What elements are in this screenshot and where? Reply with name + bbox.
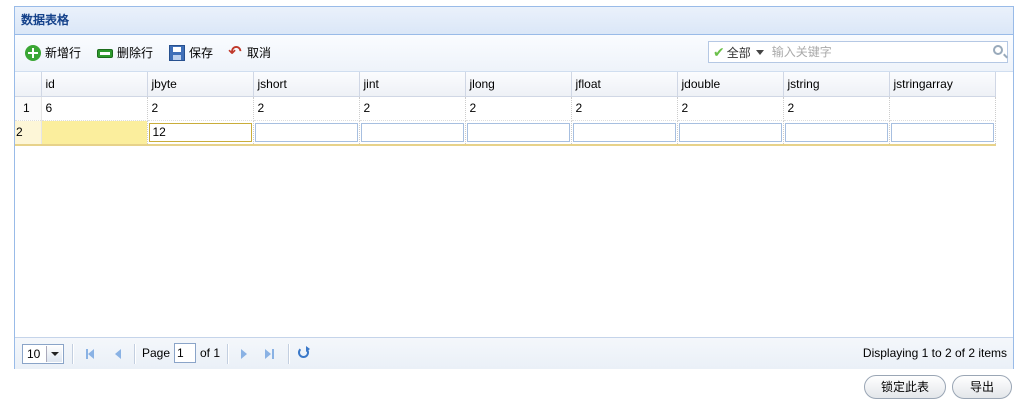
table-cell-jlong[interactable]: 2	[465, 96, 572, 121]
jlong-input[interactable]	[466, 122, 570, 142]
table-cell-jbyte[interactable]: 2	[147, 96, 254, 121]
table-header-row: id jbyte jshort jint jlong jfloat jdoubl…	[15, 72, 996, 97]
jbyte-input[interactable]	[148, 122, 252, 142]
delete-row-label: 删除行	[117, 46, 154, 60]
last-page-icon[interactable]	[263, 347, 277, 361]
add-row-button[interactable]: 新增行	[25, 44, 81, 62]
jshort-input[interactable]	[254, 122, 358, 142]
chevron-down-icon[interactable]	[755, 49, 764, 55]
pagination-info: Displaying 1 to 2 of 2 items	[862, 346, 1007, 360]
search-box: ✔ 全部	[708, 41, 1008, 63]
table-cell-jstring[interactable]: 2	[783, 96, 890, 121]
row-number: 2	[15, 120, 42, 146]
add-icon	[25, 45, 41, 61]
save-label: 保存	[189, 46, 214, 60]
edit-cell-jlong	[465, 120, 572, 146]
row-number: 1	[15, 96, 42, 121]
divider	[134, 344, 136, 364]
next-page-icon[interactable]	[237, 347, 251, 361]
cancel-label: 取消	[247, 46, 272, 60]
data-grid-panel: 数据表格 新增行 删除行 保存 ↶ 取消 ✔ 全部 输入关键字 id jbyte…	[14, 6, 1014, 369]
delete-row-button[interactable]: 删除行	[97, 44, 153, 62]
column-header-jlong[interactable]: jlong	[465, 72, 572, 97]
add-row-label: 新增行	[45, 46, 82, 60]
divider	[227, 344, 229, 364]
data-table: id jbyte jshort jint jlong jfloat jdoubl…	[15, 72, 1013, 146]
previous-page-icon[interactable]	[111, 347, 125, 361]
page-count-label: of 1	[200, 346, 221, 360]
edit-cell-jshort	[253, 120, 360, 146]
edit-cell-jfloat	[571, 120, 678, 146]
page-number-input[interactable]	[174, 343, 196, 363]
pagination-bar: 10 Page of 1 Displaying 1 to 2 of 2 item…	[15, 337, 1013, 369]
remove-icon	[97, 48, 113, 58]
divider	[288, 344, 290, 364]
table-cell-jint[interactable]: 2	[359, 96, 466, 121]
refresh-icon[interactable]	[298, 346, 310, 358]
page-size-value: 10	[27, 347, 41, 361]
jdouble-input[interactable]	[678, 122, 782, 142]
undo-arrow-icon: ↶	[228, 44, 242, 61]
column-header-jint[interactable]: jint	[359, 72, 466, 97]
column-header-jbyte[interactable]: jbyte	[147, 72, 254, 97]
table-cell-id	[41, 120, 148, 146]
save-button[interactable]: 保存	[169, 44, 213, 62]
jstringarray-input[interactable]	[890, 122, 994, 142]
edit-cell-jstring	[783, 120, 890, 146]
jfloat-input[interactable]	[572, 122, 676, 142]
cancel-button[interactable]: ↶ 取消	[227, 44, 271, 62]
jint-input[interactable]	[360, 122, 464, 142]
column-header-jdouble[interactable]: jdouble	[677, 72, 784, 97]
floppy-disk-icon	[169, 45, 185, 61]
edit-cell-jdouble	[677, 120, 784, 146]
lock-table-button[interactable]: 锁定此表	[864, 375, 946, 399]
table-cell-jdouble[interactable]: 2	[677, 96, 784, 121]
panel-title: 数据表格	[15, 7, 1013, 35]
table-cell-jstringarray[interactable]	[889, 96, 996, 121]
table-cell-id[interactable]: 6	[41, 96, 148, 121]
table-row-editing[interactable]: 2	[15, 120, 996, 146]
edit-cell-jstringarray	[889, 120, 996, 146]
edit-cell-jbyte	[147, 120, 254, 146]
table-cell-jfloat[interactable]: 2	[571, 96, 678, 121]
table-row[interactable]: 1 6 2 2 2 2 2 2 2	[15, 96, 996, 121]
jstring-input[interactable]	[784, 122, 888, 142]
search-input[interactable]	[769, 44, 974, 60]
column-header-id[interactable]: id	[41, 72, 148, 97]
export-button[interactable]: 导出	[952, 375, 1012, 399]
grid-toolbar: 新增行 删除行 保存 ↶ 取消 ✔ 全部	[15, 35, 1013, 72]
first-page-icon[interactable]	[83, 347, 97, 361]
column-header-jstring[interactable]: jstring	[783, 72, 890, 97]
search-icon[interactable]	[993, 45, 1003, 55]
search-scope-select[interactable]: 全部	[727, 44, 751, 61]
page-label: Page	[142, 346, 171, 360]
edit-cell-jint	[359, 120, 466, 146]
page-size-select[interactable]: 10	[22, 344, 64, 364]
column-header-jshort[interactable]: jshort	[253, 72, 360, 97]
row-number-header	[15, 72, 42, 97]
chevron-down-icon[interactable]	[46, 346, 62, 362]
column-header-jstringarray[interactable]: jstringarray	[889, 72, 996, 97]
checkmark-icon: ✔	[713, 43, 725, 60]
table-cell-jshort[interactable]: 2	[253, 96, 360, 121]
column-header-jfloat[interactable]: jfloat	[571, 72, 678, 97]
divider	[72, 344, 74, 364]
